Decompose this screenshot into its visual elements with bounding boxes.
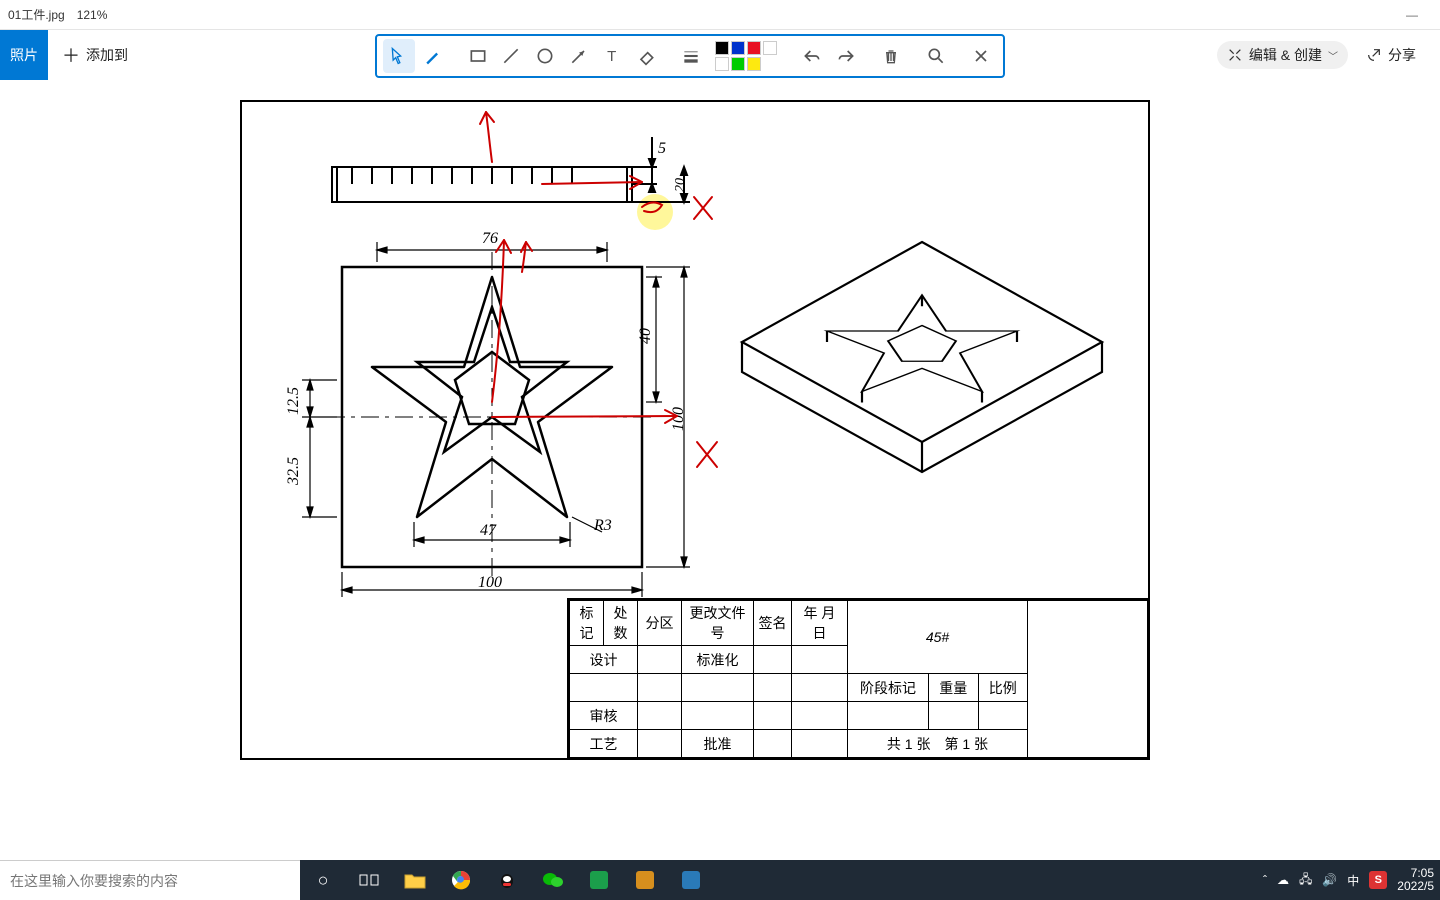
qq-icon[interactable] <box>484 860 530 900</box>
dim-20: 20 <box>673 178 689 192</box>
cortana-icon[interactable]: ○ <box>300 860 346 900</box>
arrow-tool[interactable] <box>563 39 595 73</box>
dim-12.5: 12.5 <box>285 387 303 415</box>
swatch-blue[interactable] <box>731 41 745 55</box>
dim-100r: 100 <box>670 407 688 431</box>
tb-sheets: 共 1 张 第 1 张 <box>848 730 1028 758</box>
swatch-white2[interactable] <box>715 57 729 71</box>
eraser-tool[interactable] <box>630 39 662 73</box>
windows-taskbar: 在这里输入你要搜索的内容 ○ ˆ ☁ 🖧 🔊 中 S 7:05 2022/5 <box>0 860 1440 900</box>
swatch-yellow[interactable] <box>747 57 761 71</box>
taskbar-search[interactable]: 在这里输入你要搜索的内容 <box>0 860 300 900</box>
dim-32.5: 32.5 <box>285 457 303 485</box>
tray-sound-icon[interactable]: 🔊 <box>1322 873 1337 887</box>
taskbar-search-placeholder: 在这里输入你要搜索的内容 <box>10 871 178 891</box>
tb-hdr-mark: 标记 <box>570 601 604 646</box>
swatch-green[interactable] <box>731 57 745 71</box>
tb-approve: 批准 <box>682 730 754 758</box>
text-tool[interactable]: T <box>597 39 629 73</box>
add-to-button[interactable]: ＋ 添加到 <box>48 42 142 68</box>
tray-sogou-icon[interactable]: S <box>1369 871 1387 889</box>
tb-weight: 重量 <box>929 674 979 702</box>
tray-ime-label[interactable]: 中 <box>1347 872 1359 889</box>
close-annotation-button[interactable] <box>965 39 997 73</box>
circle-tool[interactable] <box>529 39 561 73</box>
dim-47: 47 <box>480 522 496 540</box>
tray-chevron-icon[interactable]: ˆ <box>1263 873 1267 887</box>
dim-100: 100 <box>478 574 502 592</box>
tb-material: 45# <box>848 601 1028 674</box>
file-name: 01工件.jpg <box>8 6 65 23</box>
tb-design: 设计 <box>570 646 638 674</box>
tools-icon <box>1227 47 1243 63</box>
title-block: 标记 处数 分区 更改文件号 签名 年 月 日 45# 设计 标准化 阶段标记 … <box>567 598 1148 758</box>
chrome-icon[interactable] <box>438 860 484 900</box>
dim-40: 40 <box>637 328 655 344</box>
taskview-icon[interactable] <box>346 860 392 900</box>
engineering-drawing: 100 47 76 40 100 12.5 32.5 R3 5 20 <box>240 100 1150 760</box>
wechat-icon[interactable] <box>530 860 576 900</box>
app-icon-3[interactable] <box>668 860 714 900</box>
tb-scale: 比例 <box>978 674 1028 702</box>
tb-hdr-zone: 分区 <box>638 601 682 646</box>
tb-std: 标准化 <box>682 646 754 674</box>
share-icon <box>1366 47 1382 63</box>
zoom-button[interactable] <box>920 39 952 73</box>
color-swatches <box>715 41 777 71</box>
tb-hdr-date: 年 月 日 <box>792 601 848 646</box>
undo-button[interactable] <box>796 39 828 73</box>
photos-tab[interactable]: 照片 <box>0 30 48 80</box>
select-tool[interactable] <box>383 39 415 73</box>
annotation-toolbar: T <box>375 34 1005 78</box>
delete-button[interactable] <box>875 39 907 73</box>
plus-icon: ＋ <box>62 42 80 68</box>
app-toolbar-row: 照片 ＋ 添加到 T <box>0 30 1440 80</box>
tb-hdr-count: 处数 <box>604 601 638 646</box>
line-tool[interactable] <box>495 39 527 73</box>
file-explorer-icon[interactable] <box>392 860 438 900</box>
dim-76: 76 <box>482 230 498 248</box>
dim-5: 5 <box>658 140 666 158</box>
edit-create-button[interactable]: 编辑 & 创建 ﹀ <box>1217 41 1348 69</box>
window-minimize-button[interactable]: — <box>1392 8 1432 22</box>
stroke-width-tool[interactable] <box>675 39 707 73</box>
swatch-red[interactable] <box>747 41 761 55</box>
tb-hdr-docno: 更改文件号 <box>682 601 754 646</box>
tb-stage: 阶段标记 <box>848 674 929 702</box>
window-titlebar: 01工件.jpg 121% — <box>0 0 1440 30</box>
share-button[interactable]: 分享 <box>1366 45 1416 65</box>
dim-r3: R3 <box>594 517 612 535</box>
redo-button[interactable] <box>830 39 862 73</box>
tray-network-icon[interactable]: 🖧 <box>1299 870 1312 891</box>
swatch-black[interactable] <box>715 41 729 55</box>
tb-hdr-sign: 签名 <box>754 601 792 646</box>
app-icon-1[interactable] <box>576 860 622 900</box>
app-icon-2[interactable] <box>622 860 668 900</box>
svg-text:T: T <box>607 48 616 65</box>
system-tray: ˆ ☁ 🖧 🔊 中 S 7:05 2022/5 <box>1263 867 1440 893</box>
rect-tool[interactable] <box>462 39 494 73</box>
tray-clock[interactable]: 7:05 2022/5 <box>1397 867 1434 893</box>
zoom-level: 121% <box>77 8 108 22</box>
tb-right-empty <box>1028 601 1148 758</box>
pen-tool[interactable] <box>417 39 449 73</box>
tb-review: 审核 <box>570 702 638 730</box>
tb-process: 工艺 <box>570 730 638 758</box>
clock-date: 2022/5 <box>1397 880 1434 893</box>
chevron-down-icon: ﹀ <box>1328 48 1338 63</box>
swatch-white[interactable] <box>763 41 777 55</box>
tray-onedrive-icon[interactable]: ☁ <box>1277 873 1289 887</box>
